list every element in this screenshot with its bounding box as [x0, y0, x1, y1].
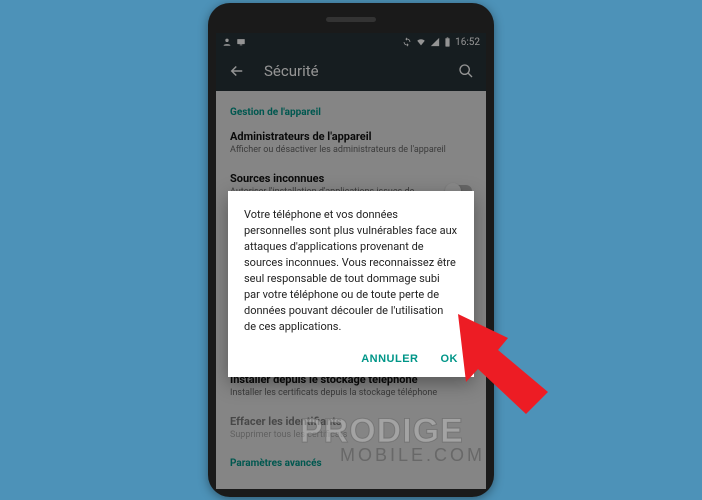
dialog-body-text: Votre téléphone et vos données personnel… — [244, 207, 458, 335]
cancel-button[interactable]: ANNULER — [361, 353, 418, 365]
watermark-line1: PRODIGE — [300, 416, 485, 447]
phone-speaker — [326, 17, 376, 22]
ok-button[interactable]: OK — [441, 353, 459, 365]
dialog-actions: ANNULER OK — [244, 335, 458, 369]
confirmation-dialog: Votre téléphone et vos données personnel… — [228, 191, 474, 377]
watermark: PRODIGE MOBILE.COM — [300, 416, 485, 463]
